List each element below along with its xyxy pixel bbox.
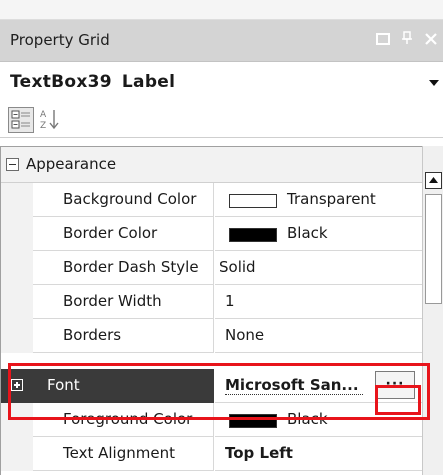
property-name: Border Width: [63, 292, 162, 310]
svg-text:A: A: [40, 110, 47, 120]
property-value-cell[interactable]: Transparent: [215, 183, 422, 217]
panel-title-bar: Property Grid: [0, 20, 443, 62]
property-value-cell[interactable]: Solid: [215, 251, 422, 285]
scroll-thumb[interactable]: [425, 194, 442, 304]
property-name: Border Dash Style: [63, 258, 199, 276]
property-value-cell[interactable]: Top Left: [215, 437, 422, 471]
property-value-cell[interactable]: Black: [215, 403, 422, 437]
property-row-borders[interactable]: Borders None: [1, 319, 422, 353]
chevron-down-icon[interactable]: [427, 76, 441, 90]
property-row-foreground-color[interactable]: Foreground Color Black: [1, 403, 422, 437]
property-name: Text Alignment: [63, 444, 175, 462]
categorized-view-icon[interactable]: [8, 107, 34, 133]
top-strip: [0, 0, 443, 20]
property-row-border-color[interactable]: Border Color Black: [1, 217, 422, 251]
property-name: Borders: [63, 326, 122, 344]
property-value: Microsoft San...: [225, 376, 363, 395]
property-name: Font: [47, 376, 80, 394]
property-value-cell[interactable]: 1: [215, 285, 422, 319]
alphabetical-sort-icon[interactable]: A Z: [38, 107, 64, 133]
category-label: Appearance: [26, 155, 117, 173]
scroll-up-icon[interactable]: [425, 172, 442, 189]
property-value: None: [225, 326, 265, 344]
category-row-appearance[interactable]: Appearance: [1, 147, 422, 183]
window-buttons: [373, 31, 443, 51]
color-swatch: [229, 414, 277, 428]
color-swatch: [229, 194, 277, 208]
property-row-background-color[interactable]: Background Color Transparent: [1, 183, 422, 217]
property-value: Solid: [219, 258, 256, 276]
property-value: Black: [287, 410, 328, 428]
property-row-border-dash-style[interactable]: Border Dash Style Solid: [1, 251, 422, 285]
color-swatch: [229, 228, 277, 242]
property-name: Border Color: [63, 224, 158, 242]
property-row-border-width[interactable]: Border Width 1: [1, 285, 422, 319]
expand-icon[interactable]: [11, 379, 23, 391]
property-value: Black: [287, 224, 328, 242]
vertical-scrollbar[interactable]: [422, 146, 443, 475]
property-value-cell[interactable]: Black: [215, 217, 422, 251]
collapse-icon[interactable]: [6, 158, 19, 171]
property-toolbar: A Z: [0, 104, 443, 138]
property-value: 1: [225, 292, 235, 310]
object-name: TextBox39: [10, 72, 112, 92]
property-value: Transparent: [287, 190, 376, 208]
font-editor-button[interactable]: ···: [375, 371, 415, 399]
property-row-text-alignment[interactable]: Text Alignment Top Left: [1, 437, 422, 471]
close-icon[interactable]: [421, 31, 441, 51]
property-value: Top Left: [225, 444, 293, 462]
object-selector[interactable]: TextBox39 Label: [0, 62, 443, 104]
object-type: Label: [121, 72, 176, 92]
panel-title: Property Grid: [10, 31, 110, 49]
property-name: Foreground Color: [63, 410, 193, 428]
maximize-icon[interactable]: [373, 31, 393, 51]
property-name: Background Color: [63, 190, 197, 208]
property-value-cell[interactable]: Microsoft San... ···: [215, 369, 422, 403]
property-grid: Appearance Background Color Transparent …: [0, 146, 422, 475]
property-row-font[interactable]: Font Microsoft San... ···: [1, 369, 422, 403]
pin-icon[interactable]: [397, 31, 417, 51]
property-value-cell[interactable]: None: [215, 319, 422, 353]
svg-text:Z: Z: [40, 121, 46, 131]
